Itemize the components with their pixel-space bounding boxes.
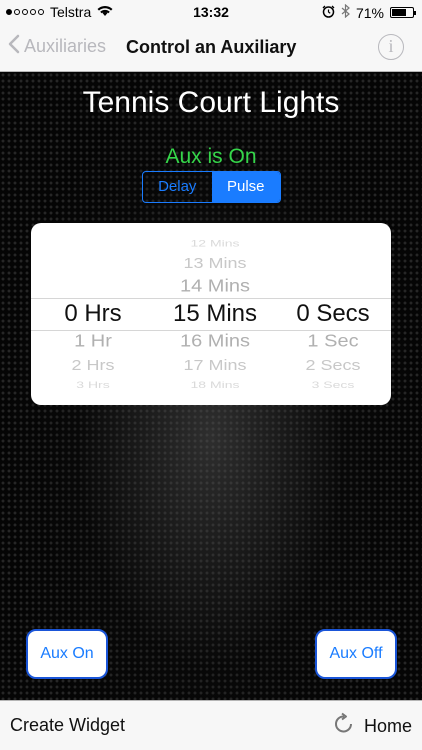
aux-on-button[interactable]: Aux On: [26, 629, 108, 679]
picker-option: 3 Hrs: [76, 379, 110, 391]
picker-option: 16 Mins: [179, 331, 251, 351]
segment-pulse[interactable]: Pulse: [211, 172, 280, 202]
nav-title: Control an Auxiliary: [126, 37, 297, 57]
bluetooth-icon: [341, 3, 350, 21]
picker-selected-seconds: 0 Secs: [296, 300, 370, 327]
picker-option: 14 Mins: [179, 276, 251, 296]
picker-selected-minutes: 15 Mins: [172, 300, 258, 327]
picker-option: 18 Mins: [190, 379, 240, 391]
status-right: 71%: [322, 3, 416, 21]
home-label: Home: [363, 716, 412, 736]
hours-wheel[interactable]: 0 Hrs 1 Hr 2 Hrs 3 Hrs: [31, 223, 155, 405]
back-button[interactable]: Auxiliaries: [8, 34, 106, 59]
picker-selected-hours: 0 Hrs: [64, 300, 122, 327]
mode-segmented-control: Delay Pulse: [142, 171, 281, 203]
page-title: Tennis Court Lights: [82, 86, 340, 119]
picker-option: 2 Hrs: [71, 357, 115, 374]
create-widget-button[interactable]: Create Widget: [10, 715, 125, 736]
battery-icon: [390, 7, 416, 18]
home-button[interactable]: Home: [332, 712, 412, 741]
back-label: Auxiliaries: [24, 36, 107, 56]
info-icon[interactable]: i: [378, 34, 404, 60]
battery-percent: 71%: [355, 4, 384, 21]
main-content: Tennis Court Lights Aux is On Delay Puls…: [0, 72, 422, 700]
picker-option: 12 Mins: [190, 237, 240, 249]
duration-picker: 0 Hrs 1 Hr 2 Hrs 3 Hrs 12 Mins 13 Mins 1…: [31, 223, 391, 405]
aux-status-label: Aux is On: [165, 145, 257, 168]
picker-option: 3 Secs: [311, 379, 355, 391]
picker-option: 13 Mins: [183, 255, 247, 272]
navigation-bar: Auxiliaries Control an Auxiliary i: [0, 24, 422, 72]
minutes-wheel[interactable]: 12 Mins 13 Mins 14 Mins 15 Mins 16 Mins …: [155, 223, 275, 405]
picker-option: 17 Mins: [183, 357, 247, 374]
status-bar: Telstra 13:32 71%: [0, 0, 422, 24]
battery-fill: [392, 9, 406, 16]
picker-option: 1 Hr: [74, 331, 112, 351]
alarm-icon: [322, 5, 335, 21]
segment-delay[interactable]: Delay: [143, 172, 212, 202]
picker-option: 1 Sec: [307, 331, 359, 351]
picker-option: 2 Secs: [305, 357, 361, 374]
bottom-toolbar: Create Widget Home: [0, 700, 422, 750]
refresh-icon: [332, 712, 356, 741]
chevron-left-icon: [8, 34, 20, 59]
seconds-wheel[interactable]: 0 Secs 1 Sec 2 Secs 3 Secs: [275, 223, 391, 405]
aux-off-button[interactable]: Aux Off: [315, 629, 397, 679]
